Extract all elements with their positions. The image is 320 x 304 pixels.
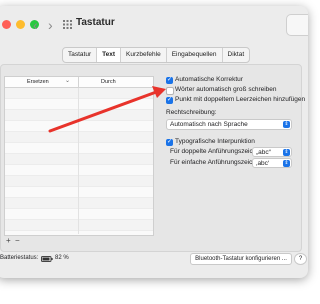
annotation-arrow bbox=[48, 86, 166, 133]
